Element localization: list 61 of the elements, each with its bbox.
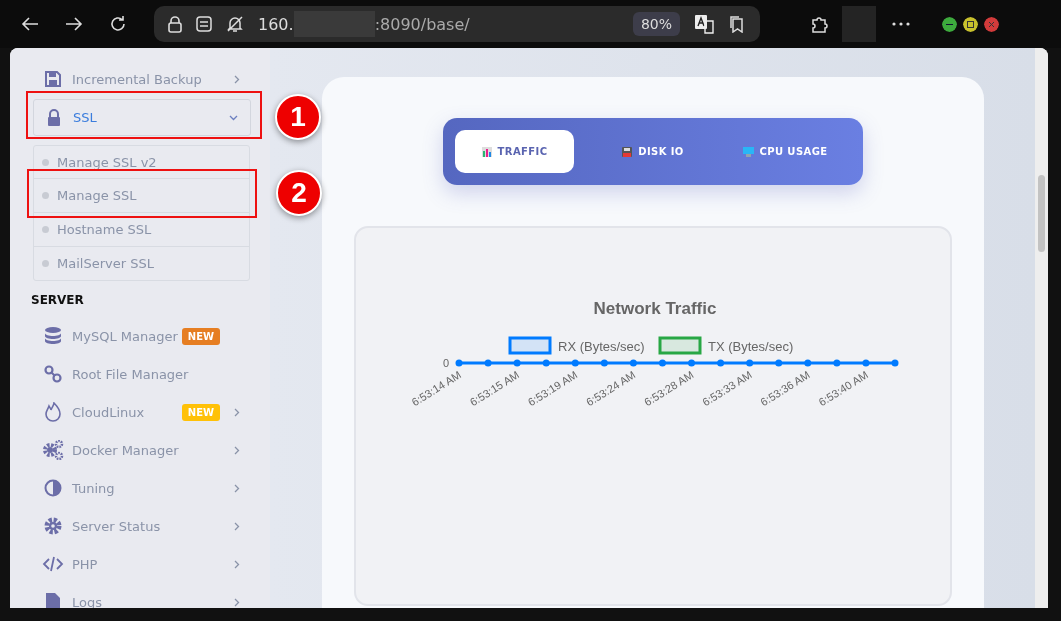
legend-label: RX (Bytes/sec): [558, 339, 645, 354]
sidebar-item[interactable]: SSL: [33, 99, 251, 136]
minimize-icon[interactable]: [942, 16, 957, 32]
flame-icon: [45, 402, 61, 422]
submenu-item[interactable]: Manage SSL v2: [34, 146, 249, 178]
forward-icon[interactable]: [65, 16, 83, 32]
chevron-right-icon: [234, 445, 240, 455]
zoom-level[interactable]: 80%: [632, 12, 680, 36]
sidebar-item[interactable]: Root File Manager: [10, 355, 270, 393]
axis-label: 0: [442, 357, 449, 369]
submenu-item[interactable]: Manage SSL: [34, 178, 249, 212]
chart-title: Network Traffic: [593, 299, 717, 318]
sidebar-item[interactable]: Docker Manager: [10, 431, 270, 469]
bullet-icon: [42, 260, 49, 267]
lock-icon: [46, 108, 62, 127]
chevron-right-icon: [234, 483, 240, 493]
legend-label: TX (Bytes/sec): [708, 339, 794, 354]
sidebar-item[interactable]: PHP: [10, 545, 270, 583]
bullet-icon: [42, 192, 49, 199]
scrollbar[interactable]: [1035, 48, 1048, 608]
submenu-item[interactable]: MailServer SSL: [34, 246, 249, 280]
sidebar-item[interactable]: Incremental Backup: [10, 60, 270, 98]
chevron-down-icon: [229, 114, 238, 121]
database-icon: [44, 326, 62, 346]
tab[interactable]: DISK IO: [587, 130, 719, 173]
bookmarks-icon[interactable]: [728, 15, 746, 33]
sidebar-item[interactable]: Tuning: [10, 469, 270, 507]
tab[interactable]: CPU USAGE: [719, 130, 851, 173]
lock-icon[interactable]: [168, 15, 182, 33]
contrast-icon: [44, 479, 62, 497]
submenu-item[interactable]: Hostname SSL: [34, 212, 249, 246]
reload-icon[interactable]: [109, 15, 127, 33]
sidebar-item[interactable]: MySQL Manager NEW: [10, 317, 270, 355]
chevron-right-icon: [234, 559, 240, 569]
new-badge: NEW: [181, 403, 220, 421]
url-text[interactable]: 160.: [258, 14, 294, 34]
bullet-icon: [42, 158, 49, 166]
bar-chart-icon: [481, 146, 492, 157]
code-icon: [42, 556, 64, 572]
section-heading: SERVER: [31, 293, 85, 309]
link-icon: [44, 365, 62, 383]
scrollbar-thumb[interactable]: [1038, 175, 1045, 252]
chevron-right-icon: [234, 597, 240, 607]
close-icon[interactable]: [984, 16, 999, 32]
chevron-right-icon: [234, 521, 240, 531]
bullet-icon: [42, 226, 49, 233]
back-icon[interactable]: [21, 16, 39, 32]
chevron-right-icon: [234, 407, 240, 417]
document-icon: [45, 592, 61, 608]
bell-off-icon[interactable]: [226, 15, 244, 33]
more-icon[interactable]: [892, 22, 910, 26]
new-badge: NEW: [181, 327, 220, 345]
monitor-icon: [742, 146, 754, 157]
puzzle-icon[interactable]: [810, 14, 830, 34]
url-text[interactable]: :8090/base/: [374, 14, 470, 34]
tab[interactable]: TRAFFIC: [455, 130, 574, 173]
chevron-right-icon: [234, 74, 240, 84]
sidebar-item[interactable]: CloudLinux NEW: [10, 393, 270, 431]
maximize-icon[interactable]: [963, 16, 978, 32]
sidebar-item[interactable]: Server Status: [10, 507, 270, 545]
translate-icon[interactable]: [694, 14, 714, 34]
